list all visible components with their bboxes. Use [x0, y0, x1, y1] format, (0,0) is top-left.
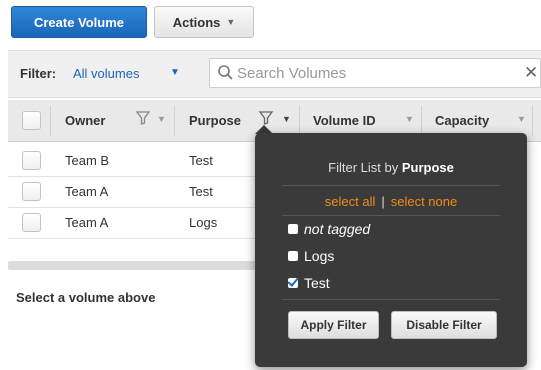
close-icon[interactable]: ✕ [524, 63, 538, 83]
option-label: Logs [304, 248, 335, 264]
disable-filter-label: Disable Filter [406, 318, 482, 332]
row-checkbox[interactable] [22, 151, 41, 170]
column-header-purpose[interactable]: Purpose [189, 113, 241, 128]
column-divider [421, 106, 422, 136]
actions-label: Actions [172, 14, 221, 30]
row-divider [8, 238, 256, 239]
popup-links: select all | select none [255, 194, 527, 209]
option-label: Test [304, 275, 330, 291]
column-divider [299, 106, 300, 136]
horizontal-scrollbar[interactable] [8, 261, 256, 270]
filter-dropdown[interactable]: All volumes [73, 66, 139, 81]
create-volume-label: Create Volume [33, 14, 125, 30]
popup-title: Filter List by Purpose [255, 160, 527, 175]
apply-filter-button[interactable]: Apply Filter [288, 311, 379, 339]
actions-button[interactable]: Actions ▼ [154, 6, 254, 38]
option-checkbox-checked[interactable] [288, 278, 298, 288]
sort-arrow-icon[interactable]: ▼ [405, 114, 414, 124]
chevron-down-icon[interactable]: ▼ [170, 67, 180, 78]
select-none-link[interactable]: select none [391, 194, 458, 209]
apply-filter-label: Apply Filter [300, 318, 367, 332]
sort-arrow-icon[interactable]: ▼ [517, 114, 526, 124]
popup-divider [282, 215, 500, 216]
row-divider [8, 207, 256, 208]
row-checkbox[interactable] [22, 213, 41, 232]
column-header-owner[interactable]: Owner [65, 113, 105, 128]
cell-purpose: Logs [189, 215, 218, 230]
selection-message: Select a volume above [16, 290, 156, 305]
sort-arrow-icon[interactable]: ▼ [282, 114, 291, 124]
cell-purpose: Test [189, 153, 213, 168]
row-checkbox[interactable] [22, 182, 41, 201]
cell-owner: Team B [65, 153, 110, 168]
filter-option-logs[interactable]: Logs [288, 248, 334, 264]
select-all-link[interactable]: select all [325, 194, 376, 209]
option-checkbox[interactable] [288, 251, 298, 261]
popup-title-prefix: Filter List by [328, 160, 399, 175]
filter-funnel-icon[interactable] [135, 110, 151, 126]
link-separator: | [381, 194, 385, 209]
create-volume-button[interactable]: Create Volume [11, 6, 147, 38]
cell-owner: Team A [65, 215, 109, 230]
filter-funnel-icon[interactable] [258, 110, 274, 126]
filter-option-test[interactable]: Test [288, 275, 330, 291]
cell-owner: Team A [65, 184, 109, 199]
filter-label: Filter: [20, 66, 57, 81]
column-divider [532, 106, 533, 136]
chevron-down-icon: ▼ [226, 17, 236, 27]
popup-title-field: Purpose [401, 160, 454, 175]
filter-option-not-tagged[interactable]: not tagged [288, 221, 370, 237]
search-input[interactable] [235, 60, 505, 86]
option-checkbox[interactable] [288, 224, 298, 234]
column-header-capacity[interactable]: Capacity [435, 113, 489, 128]
popup-divider [282, 299, 500, 300]
popup-divider [282, 185, 500, 186]
column-divider [174, 106, 175, 136]
search-icon [218, 65, 233, 80]
select-all-checkbox[interactable] [22, 111, 41, 130]
row-divider [8, 176, 256, 177]
column-divider [50, 106, 51, 136]
cell-purpose: Test [189, 184, 213, 199]
option-label: not tagged [304, 221, 371, 237]
column-header-volume-id[interactable]: Volume ID [313, 113, 376, 128]
sort-arrow-icon[interactable]: ▼ [157, 114, 166, 124]
disable-filter-button[interactable]: Disable Filter [391, 311, 497, 339]
